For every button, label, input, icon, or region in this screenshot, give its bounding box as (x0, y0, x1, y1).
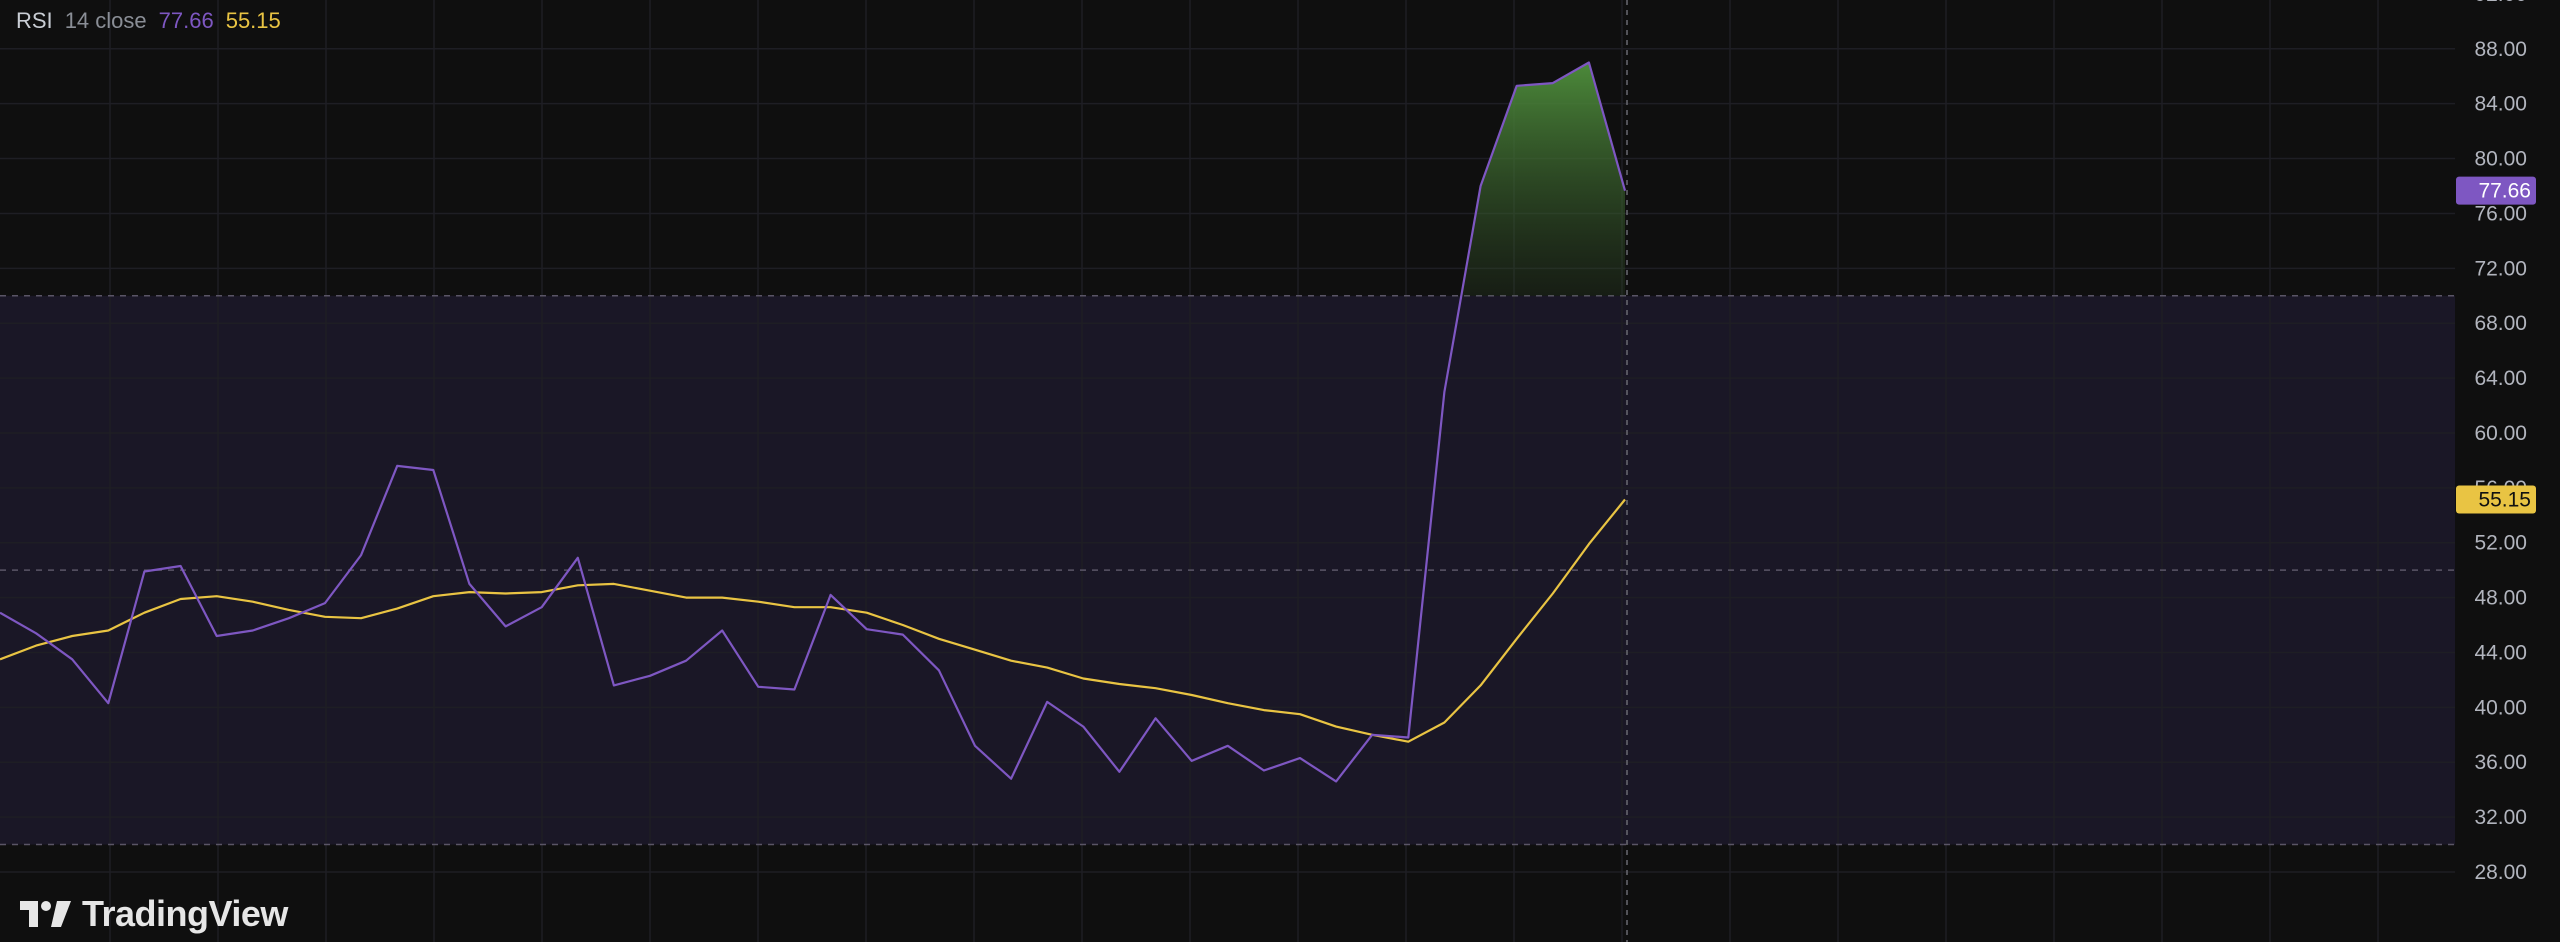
rsi-chart[interactable]: 92.00 88.00 84.00 80.00 76.00 72.00 68.00 64.00… (0, 0, 2560, 942)
y-tick-label: 88.00 (2474, 38, 2527, 61)
badge-value: 55.15 (2478, 489, 2531, 512)
y-tick-label: 32.00 (2474, 806, 2527, 829)
tradingview-logo[interactable]: TradingView (20, 893, 288, 935)
indicator-legend[interactable]: RSI 14 close 77.66 55.15 (16, 8, 281, 34)
y-tick-label: 68.00 (2474, 312, 2527, 335)
y-tick-label: 52.00 (2474, 532, 2527, 555)
y-tick-label: 60.00 (2474, 422, 2527, 445)
y-tick-label: 28.00 (2474, 861, 2527, 884)
y-tick-label: 40.00 (2474, 696, 2527, 719)
indicator-params: 14 close (64, 8, 147, 33)
y-tick-label: 84.00 (2474, 93, 2527, 116)
current-value-badge-rsi: 77.66 (2456, 176, 2536, 205)
y-tick-label: 76.00 (2474, 202, 2527, 225)
y-tick-label: 72.00 (2474, 257, 2527, 280)
tradingview-logo-icon (20, 901, 71, 927)
y-tick-label: 44.00 (2474, 641, 2527, 664)
y-tick-label: 36.00 (2474, 751, 2527, 774)
rsi-current-value: 77.66 (158, 8, 214, 33)
indicator-name: RSI (16, 8, 53, 33)
ma-current-value: 55.15 (225, 8, 281, 33)
y-tick-label: 80.00 (2474, 148, 2527, 171)
brand-name: TradingView (82, 893, 288, 934)
current-value-badge-ma: 55.15 (2456, 485, 2536, 514)
badge-value: 77.66 (2478, 180, 2531, 203)
y-tick-label: 64.00 (2474, 367, 2527, 390)
y-tick-label: 48.00 (2474, 587, 2527, 610)
y-tick-label: 92.00 (2474, 0, 2527, 6)
